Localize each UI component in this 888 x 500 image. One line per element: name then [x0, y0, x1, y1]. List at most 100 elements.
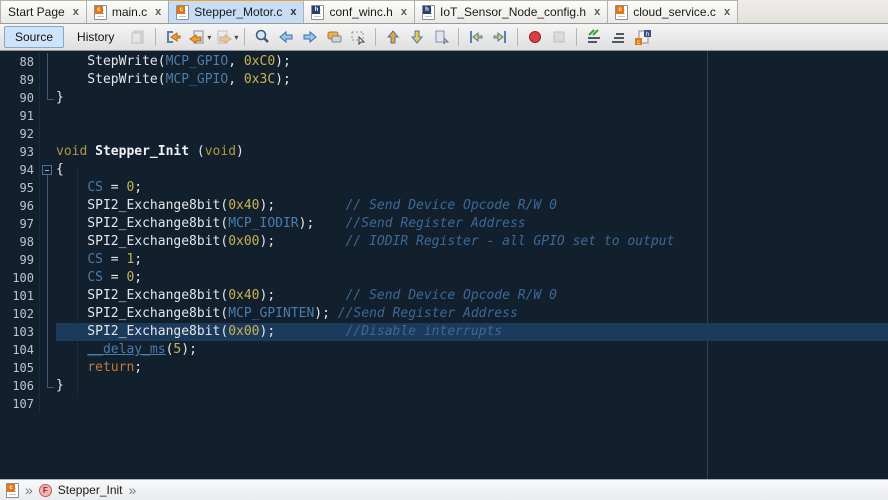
rectangular-selection-icon[interactable] — [347, 27, 369, 48]
code-line[interactable]: SPI2_Exchange8bit(0x40); // Send Device … — [56, 197, 888, 215]
c-file-icon[interactable]: c — [6, 483, 19, 498]
start-macro-recording-icon[interactable] — [524, 27, 546, 48]
find-previous-icon[interactable] — [275, 27, 297, 48]
tab-main-c[interactable]: cmain.cx — [86, 0, 169, 23]
code-line[interactable]: StepWrite(MCP_GPIO, 0x3C); — [56, 71, 888, 89]
uncomment-icon[interactable] — [607, 27, 629, 48]
code-line[interactable] — [56, 395, 888, 413]
toggle-bookmark-icon[interactable] — [430, 27, 452, 48]
code-line[interactable]: CS = 0; — [56, 179, 888, 197]
tab-label: Stepper_Motor.c — [194, 5, 282, 19]
line-number[interactable]: 105 — [0, 359, 40, 377]
line-number[interactable]: 91 — [0, 107, 40, 125]
fold-marker — [40, 197, 56, 215]
code-line[interactable]: SPI2_Exchange8bit(MCP_GPINTEN); //Send R… — [56, 305, 888, 323]
diff-icon[interactable] — [127, 27, 149, 48]
code-line-row: 92 — [0, 125, 888, 143]
line-number[interactable]: 90 — [0, 89, 40, 107]
toggle-header-source-icon[interactable]: hc — [631, 27, 653, 48]
line-number[interactable]: 94 — [0, 161, 40, 179]
find-next-icon[interactable] — [299, 27, 321, 48]
forward-icon[interactable] — [213, 27, 235, 48]
line-number[interactable]: 100 — [0, 269, 40, 287]
tab-conf-winc-h[interactable]: hconf_winc.hx — [303, 0, 415, 23]
code-line[interactable]: SPI2_Exchange8bit(0x00); // IODIR Regist… — [56, 233, 888, 251]
code-line[interactable]: void Stepper_Init (void) — [56, 143, 888, 161]
source-view-button[interactable]: Source — [4, 26, 64, 48]
line-number[interactable]: 98 — [0, 233, 40, 251]
line-number[interactable]: 97 — [0, 215, 40, 233]
code-line[interactable]: SPI2_Exchange8bit(MCP_IODIR); //Send Reg… — [56, 215, 888, 233]
fold-marker — [40, 395, 56, 413]
tab-close-icon[interactable]: x — [155, 6, 161, 18]
c-file-icon: c — [94, 5, 107, 20]
toolbar-separator — [576, 28, 577, 46]
tab-label: cloud_service.c — [633, 5, 716, 19]
last-edit-location-icon[interactable] — [162, 27, 184, 48]
code-editor[interactable]: 88 StepWrite(MCP_GPIO, 0xC0); 89 StepWrit… — [0, 51, 888, 479]
line-number[interactable]: 101 — [0, 287, 40, 305]
tab-cloud-service-c[interactable]: ccloud_service.cx — [607, 0, 738, 23]
code-line-row: 95 CS = 0; — [0, 179, 888, 197]
code-line[interactable]: CS = 0; — [56, 269, 888, 287]
shift-line-left-icon[interactable] — [465, 27, 487, 48]
fold-marker — [40, 287, 56, 305]
tab-close-icon[interactable]: x — [724, 6, 730, 18]
line-number[interactable]: 106 — [0, 377, 40, 395]
code-line[interactable]: } — [56, 377, 888, 395]
next-bookmark-icon[interactable] — [406, 27, 428, 48]
fold-marker — [40, 107, 56, 125]
history-view-button[interactable]: History — [66, 26, 125, 48]
line-number[interactable]: 89 — [0, 71, 40, 89]
toolbar-separator — [244, 28, 245, 46]
tab-close-icon[interactable]: x — [73, 6, 79, 18]
previous-bookmark-icon[interactable] — [382, 27, 404, 48]
toolbar-separator — [517, 28, 518, 46]
ide-window: Start Pagexcmain.cxcStepper_Motor.cxhcon… — [0, 0, 888, 500]
line-number[interactable]: 107 — [0, 395, 40, 413]
comment-icon[interactable] — [583, 27, 605, 48]
line-number[interactable]: 103 — [0, 323, 40, 341]
code-line[interactable]: SPI2_Exchange8bit(0x00); //Disable inter… — [56, 323, 888, 341]
line-number[interactable]: 102 — [0, 305, 40, 323]
toggle-highlight-search-icon[interactable] — [323, 27, 345, 48]
editor-toolbar: Source History ▾ ▾ — [0, 24, 888, 51]
code-line[interactable]: StepWrite(MCP_GPIO, 0xC0); — [56, 53, 888, 71]
fold-marker — [40, 71, 56, 89]
line-number[interactable]: 92 — [0, 125, 40, 143]
find-selection-icon[interactable] — [251, 27, 273, 48]
tab-close-icon[interactable]: x — [290, 6, 296, 18]
fold-collapse-icon[interactable] — [40, 161, 56, 179]
tab-label: IoT_Sensor_Node_config.h — [440, 5, 586, 19]
tab-start-page[interactable]: Start Pagex — [0, 0, 87, 23]
breadcrumb-function-name[interactable]: Stepper_Init — [58, 483, 123, 497]
stop-macro-recording-icon[interactable] — [548, 27, 570, 48]
code-line[interactable]: return; — [56, 359, 888, 377]
line-number[interactable]: 95 — [0, 179, 40, 197]
code-line[interactable]: } — [56, 89, 888, 107]
tab-close-icon[interactable]: x — [594, 6, 600, 18]
code-line[interactable] — [56, 107, 888, 125]
back-dropdown-icon[interactable]: ▾ — [207, 33, 211, 42]
tab-stepper-motor-c[interactable]: cStepper_Motor.cx — [168, 0, 304, 23]
code-line[interactable]: SPI2_Exchange8bit(0x40); // Send Device … — [56, 287, 888, 305]
fold-marker — [40, 377, 56, 395]
code-line[interactable]: CS = 1; — [56, 251, 888, 269]
line-number[interactable]: 104 — [0, 341, 40, 359]
code-line[interactable]: __delay_ms(5); — [56, 341, 888, 359]
h-file-icon: h — [311, 5, 324, 20]
line-number[interactable]: 88 — [0, 53, 40, 71]
line-number[interactable]: 96 — [0, 197, 40, 215]
chevron-right-icon: » — [25, 483, 33, 497]
line-number[interactable]: 99 — [0, 251, 40, 269]
line-number[interactable]: 93 — [0, 143, 40, 161]
back-icon[interactable] — [186, 27, 208, 48]
tab-close-icon[interactable]: x — [401, 6, 407, 18]
code-line[interactable]: { — [56, 161, 888, 179]
shift-line-right-icon[interactable] — [489, 27, 511, 48]
code-line[interactable] — [56, 125, 888, 143]
fold-marker — [40, 269, 56, 287]
toolbar-separator — [458, 28, 459, 46]
svg-text:h: h — [646, 32, 649, 38]
tab-iot-sensor-node-config-h[interactable]: hIoT_Sensor_Node_config.hx — [414, 0, 608, 23]
